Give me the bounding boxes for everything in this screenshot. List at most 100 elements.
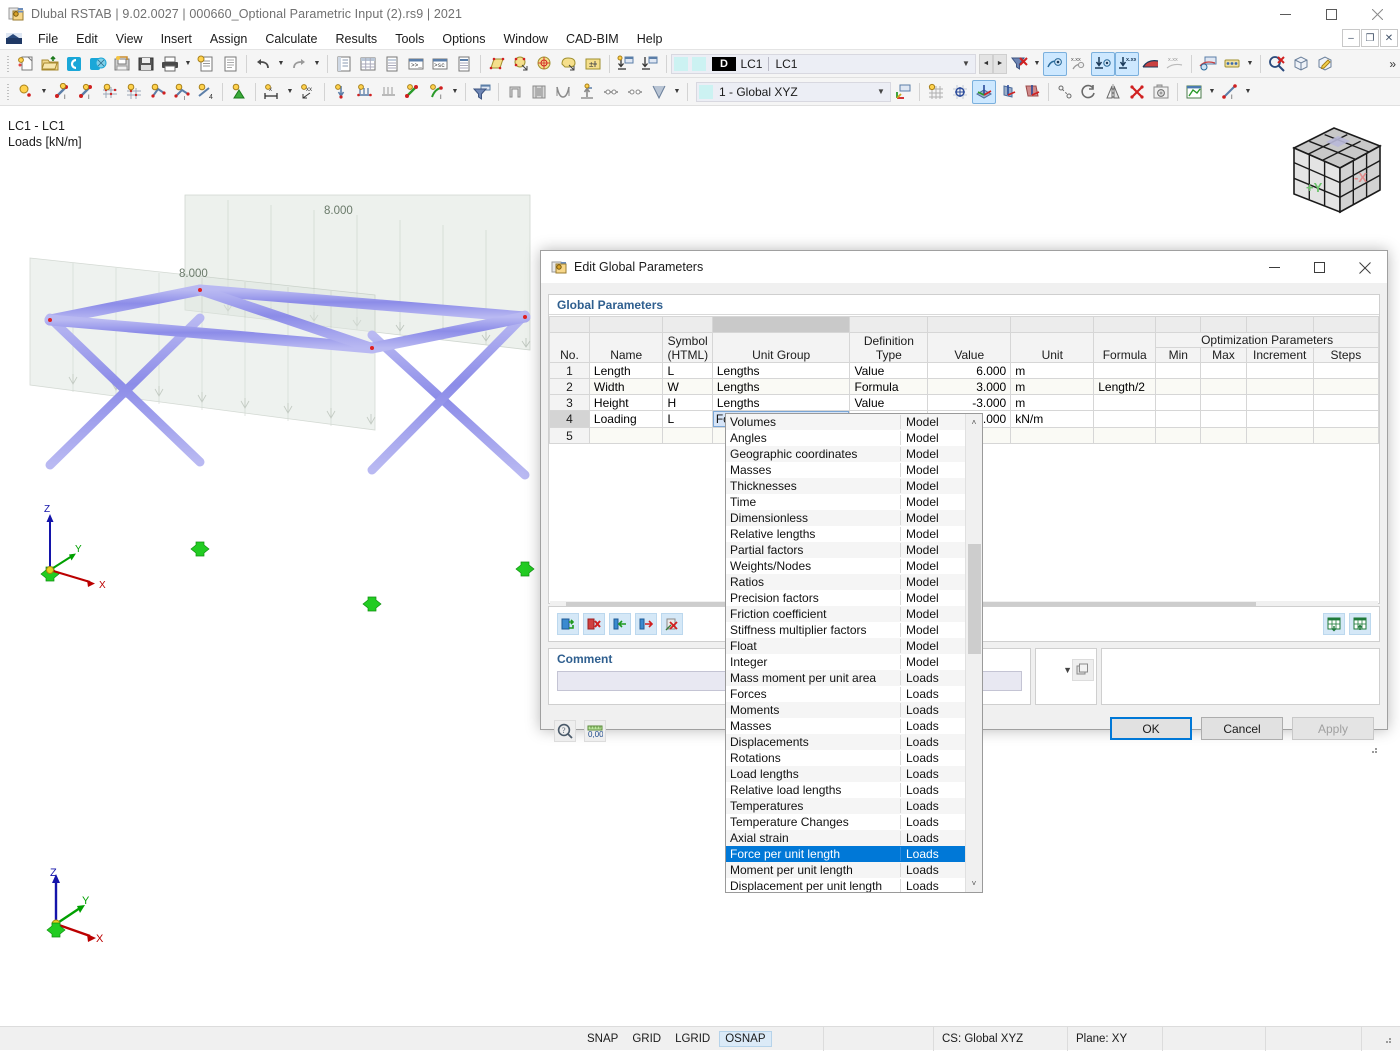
- coordinate-system-combobox[interactable]: 1 - Global XYZ ▼: [696, 81, 891, 102]
- cell-name[interactable]: Height: [588, 394, 664, 411]
- cell-value[interactable]: -3.000: [927, 394, 1012, 411]
- excel-export-icon[interactable]: [1349, 613, 1371, 635]
- dropdown-option[interactable]: Moments Loads: [726, 702, 965, 718]
- table-row[interactable]: 1 Length L Lengths Value 6.000 m: [549, 362, 1379, 379]
- dropdown-option[interactable]: Geographic coordinates Model: [726, 446, 965, 462]
- cell-symbol[interactable]: L: [662, 362, 713, 379]
- menu-calculate[interactable]: Calculate: [256, 30, 326, 48]
- print-icon[interactable]: [158, 52, 182, 76]
- redo-dropdown-arrow[interactable]: ▼: [311, 52, 323, 76]
- grid-toggle[interactable]: GRID: [627, 1032, 666, 1046]
- new-surface-grid-icon[interactable]: [122, 80, 146, 104]
- menu-edit[interactable]: Edit: [67, 30, 107, 48]
- cell-symbol[interactable]: L: [662, 410, 713, 428]
- document-icon[interactable]: [218, 52, 242, 76]
- dropdown-option[interactable]: Integer Model: [726, 654, 965, 670]
- toolbar-grip[interactable]: [5, 82, 11, 102]
- insert-row-icon[interactable]: [609, 613, 631, 635]
- hinge-icon[interactable]: [599, 80, 623, 104]
- result-diagram-window-icon[interactable]: [1196, 52, 1220, 76]
- dimension-linear-icon[interactable]: x: [260, 80, 284, 104]
- move-row-icon[interactable]: [635, 613, 657, 635]
- new-member-icon[interactable]: I: [50, 80, 74, 104]
- cell-name[interactable]: [588, 427, 664, 444]
- cell-min[interactable]: [1155, 362, 1202, 379]
- filter-dropdown-arrow[interactable]: ▼: [1031, 52, 1043, 76]
- show-load-values-icon[interactable]: x.xx: [1115, 51, 1139, 76]
- ok-button[interactable]: OK: [1110, 717, 1192, 740]
- cell-unit-group[interactable]: Lengths: [711, 378, 851, 395]
- dropdown-option[interactable]: Masses Loads: [726, 718, 965, 734]
- table-row[interactable]: 2 Width W Lengths Formula 3.000 m Length…: [549, 378, 1379, 395]
- cell-symbol[interactable]: W: [662, 378, 713, 395]
- cell-steps[interactable]: [1312, 378, 1379, 395]
- free-load-icon[interactable]: [401, 80, 425, 104]
- work-plane-xy-icon[interactable]: [972, 79, 996, 104]
- rotate-icon[interactable]: [1077, 80, 1101, 104]
- menu-window[interactable]: Window: [494, 30, 556, 48]
- dropdown-options-list[interactable]: Volumes Model Angles Model Geographic coordi…: [726, 414, 965, 892]
- new-member-variant-icon[interactable]: I: [74, 80, 98, 104]
- cell-unit-group[interactable]: Lengths: [711, 362, 851, 379]
- stiffness-check-icon[interactable]: [647, 80, 671, 104]
- menu-tools[interactable]: Tools: [386, 30, 433, 48]
- dropdown-option[interactable]: Force per unit length Loads: [726, 846, 965, 862]
- dropdown-option[interactable]: Rotations Loads: [726, 750, 965, 766]
- work-plane-yz-icon[interactable]: [996, 80, 1020, 104]
- loadcase-prev-button[interactable]: ◄: [979, 53, 993, 74]
- loadcase-next-button[interactable]: ►: [993, 53, 1007, 74]
- menu-cad-bim[interactable]: CAD-BIM: [557, 30, 628, 48]
- mdi-close-button[interactable]: ✕: [1380, 29, 1398, 47]
- dimension-coords-icon[interactable]: xx: [296, 80, 320, 104]
- unit-group-dropdown-list[interactable]: Volumes Model Angles Model Geographic coordi…: [725, 413, 983, 893]
- new-surface-icon[interactable]: [98, 80, 122, 104]
- navigator-panel-icon[interactable]: [332, 52, 356, 76]
- cs-dropdown-arrow[interactable]: ▼: [872, 87, 890, 96]
- select-surface-icon[interactable]: [485, 52, 509, 76]
- navigation-cube[interactable]: +Y -X: [1282, 120, 1392, 220]
- units-decimal-icon[interactable]: 0,00: [584, 720, 606, 742]
- dialog-close-button[interactable]: [1342, 251, 1387, 284]
- dropdown-option[interactable]: Volumes Model: [726, 414, 965, 430]
- dialog-resize-grip[interactable]: [1368, 743, 1378, 753]
- load-import-icon[interactable]: [614, 52, 638, 76]
- tables-grid-icon[interactable]: [356, 52, 380, 76]
- lgrid-toggle[interactable]: LGRID: [670, 1032, 715, 1046]
- undo-dropdown-arrow[interactable]: ▼: [275, 52, 287, 76]
- cell-value[interactable]: 6.000: [927, 362, 1012, 379]
- cloud-network-icon[interactable]: [86, 52, 110, 76]
- view-3d-box-icon[interactable]: [1289, 52, 1313, 76]
- section-properties-icon[interactable]: [503, 80, 527, 104]
- dropdown-option[interactable]: Friction coefficient Model: [726, 606, 965, 622]
- console-icon[interactable]: >>_: [404, 52, 428, 76]
- table-row[interactable]: 3 Height H Lengths Value -3.000 m: [549, 394, 1379, 411]
- dropdown-option[interactable]: Partial factors Model: [726, 542, 965, 558]
- dropdown-option[interactable]: Moment per unit length Loads: [726, 862, 965, 878]
- show-values-xxx-icon[interactable]: x.xx: [1067, 52, 1091, 76]
- cell-value[interactable]: 3.000: [927, 378, 1012, 395]
- cell-unit[interactable]: m: [1010, 362, 1095, 379]
- cell-increment[interactable]: [1245, 394, 1314, 411]
- dropdown-option[interactable]: Load lengths Loads: [726, 766, 965, 782]
- cell-max[interactable]: [1200, 427, 1247, 444]
- dropdown-option[interactable]: Thicknesses Model: [726, 478, 965, 494]
- cell-unit[interactable]: [1010, 427, 1095, 444]
- load-export-icon[interactable]: [638, 52, 662, 76]
- new-node-dropdown-arrow[interactable]: ▼: [38, 80, 50, 104]
- new-node-icon[interactable]: [14, 80, 38, 104]
- surface-load-icon[interactable]: [377, 80, 401, 104]
- menu-results[interactable]: Results: [327, 30, 387, 48]
- dropdown-option[interactable]: Axial strain Loads: [726, 830, 965, 846]
- copy-layers-icon[interactable]: [1072, 659, 1094, 681]
- cell-increment[interactable]: [1245, 410, 1314, 428]
- results-table-icon[interactable]: [1182, 80, 1206, 104]
- show-results-diagram-icon[interactable]: [1139, 52, 1163, 76]
- dialog-minimize-button[interactable]: [1252, 251, 1297, 284]
- support-line-icon[interactable]: [551, 80, 575, 104]
- excel-import-icon[interactable]: [1323, 613, 1345, 635]
- menu-assign[interactable]: Assign: [201, 30, 257, 48]
- dropdown-option[interactable]: Mass moment per unit area Loads: [726, 670, 965, 686]
- window-close-button[interactable]: [1354, 0, 1400, 28]
- show-loads-icon[interactable]: [1091, 51, 1115, 76]
- grid-snap-icon[interactable]: [924, 80, 948, 104]
